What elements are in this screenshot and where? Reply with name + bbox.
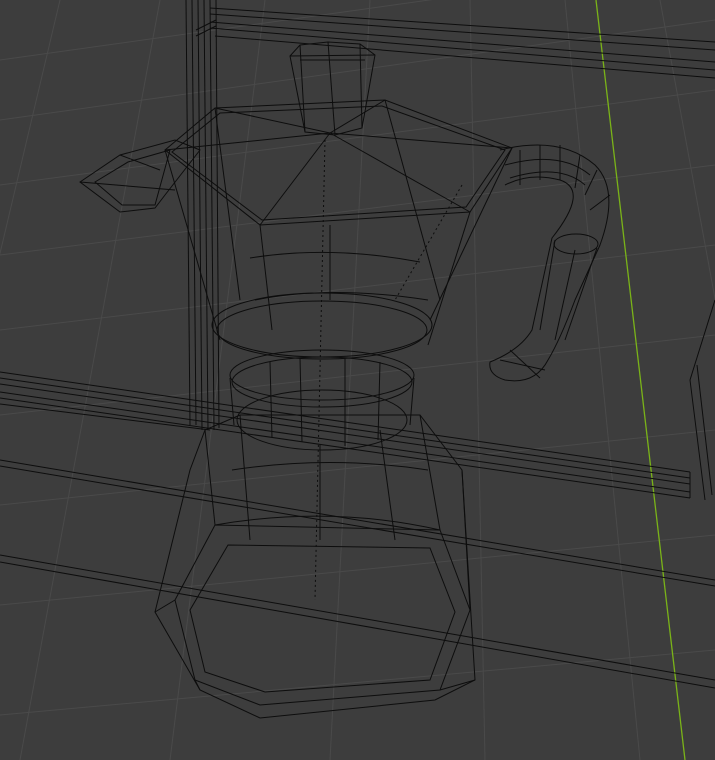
viewport-background (0, 0, 715, 760)
3d-viewport[interactable] (0, 0, 715, 760)
